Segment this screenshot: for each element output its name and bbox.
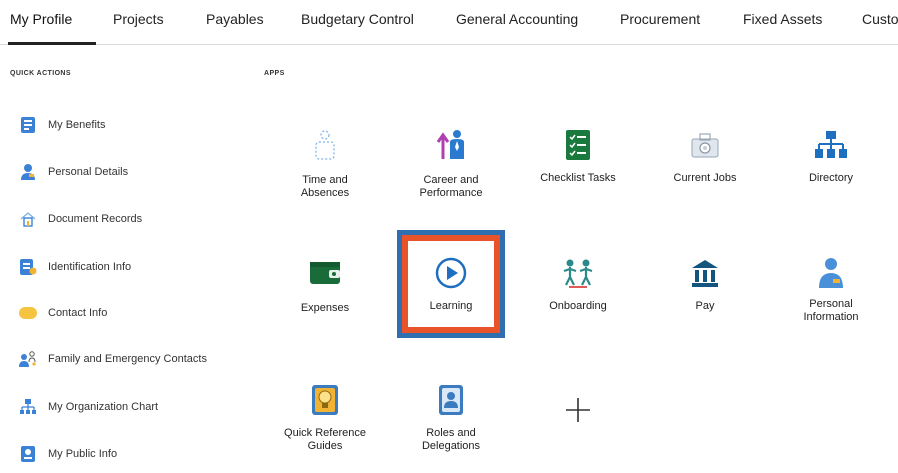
quick-action-label: Personal Details xyxy=(48,166,129,178)
wallet-icon xyxy=(308,256,342,290)
quick-action-identification-info[interactable]: Identification Info xyxy=(18,257,258,279)
checklist-icon xyxy=(561,128,595,162)
tile-label: Directory xyxy=(808,172,853,184)
tab-procurement[interactable]: Procurement xyxy=(620,11,700,27)
app-tile-personal-information[interactable]: Personal Information xyxy=(771,256,891,346)
quick-action-contact-info[interactable]: Contact Info xyxy=(18,303,258,325)
career-performance-icon xyxy=(434,128,468,162)
quick-action-label: Identification Info xyxy=(48,261,132,273)
tile-label: Time and Absences xyxy=(300,174,350,199)
tab-budgetary-control[interactable]: Budgetary Control xyxy=(301,11,414,27)
quick-action-label: My Organization Chart xyxy=(48,401,159,413)
public-info-icon xyxy=(18,444,38,464)
family-icon xyxy=(18,349,38,369)
plus-icon xyxy=(561,393,595,427)
tab-fixed-assets[interactable]: Fixed Assets xyxy=(743,11,822,27)
tile-label: Learning xyxy=(429,300,473,312)
onboarding-icon xyxy=(561,256,595,290)
tab-my-profile[interactable]: My Profile xyxy=(10,11,72,27)
tab-payables[interactable]: Payables xyxy=(206,11,264,27)
quick-action-label: Family and Emergency Contacts xyxy=(48,353,207,365)
app-tile-directory[interactable]: Directory xyxy=(771,128,891,218)
quick-action-personal-details[interactable]: Personal Details xyxy=(18,162,258,184)
app-tile-time-and-absences[interactable]: Time and Absences xyxy=(265,128,385,218)
personal-info-icon xyxy=(814,256,848,290)
quick-actions-heading: QUICK ACTIONS xyxy=(10,70,71,77)
current-jobs-icon xyxy=(688,128,722,162)
benefits-icon xyxy=(18,115,38,135)
active-tab-indicator xyxy=(8,42,96,45)
app-tile-roles-and-delegations[interactable]: Roles and Delegations xyxy=(391,383,511,473)
quick-action-document-records[interactable]: Document Records xyxy=(18,209,258,231)
app-tile-checklist-tasks[interactable]: Checklist Tasks xyxy=(518,128,638,218)
quick-action-my-public-info[interactable]: My Public Info xyxy=(18,444,258,466)
add-app-tile[interactable] xyxy=(518,383,638,473)
quick-action-family-emergency-contacts[interactable]: Family and Emergency Contacts xyxy=(18,349,258,371)
tile-label: Expenses xyxy=(300,302,350,314)
tile-label: Current Jobs xyxy=(673,172,737,184)
roles-icon xyxy=(434,383,468,417)
app-tile-pay[interactable]: Pay xyxy=(645,256,765,346)
org-chart-icon xyxy=(18,397,38,417)
directory-icon xyxy=(814,128,848,162)
app-tile-career-and-performance[interactable]: Career and Performance xyxy=(391,128,511,218)
tile-label: Checklist Tasks xyxy=(540,172,616,184)
time-absences-icon xyxy=(308,128,342,162)
tile-label: Pay xyxy=(695,300,715,312)
tab-general-accounting[interactable]: General Accounting xyxy=(456,11,578,27)
play-icon xyxy=(434,256,468,290)
quick-action-label: My Benefits xyxy=(48,119,106,131)
tab-projects[interactable]: Projects xyxy=(113,11,164,27)
app-tile-quick-reference-guides[interactable]: Quick Reference Guides xyxy=(265,383,385,473)
tile-label: Career and Performance xyxy=(419,174,483,199)
apps-heading: APPS xyxy=(264,70,285,77)
tile-label: Quick Reference Guides xyxy=(284,427,366,452)
app-tile-learning[interactable]: Learning xyxy=(391,256,511,346)
quick-action-organization-chart[interactable]: My Organization Chart xyxy=(18,397,258,419)
app-tile-onboarding[interactable]: Onboarding xyxy=(518,256,638,346)
document-icon xyxy=(18,209,38,229)
tab-customer-truncated[interactable]: Custo xyxy=(862,11,898,27)
tile-label: Onboarding xyxy=(549,300,607,312)
id-card-icon xyxy=(18,257,38,277)
top-navigation-tabs: My Profile Projects Payables Budgetary C… xyxy=(0,0,898,45)
quick-action-my-benefits[interactable]: My Benefits xyxy=(18,115,258,137)
person-icon xyxy=(18,162,38,182)
tile-label: Personal Information xyxy=(803,298,859,323)
contact-icon xyxy=(18,303,38,323)
quick-action-label: Contact Info xyxy=(48,307,108,319)
quick-action-label: Document Records xyxy=(48,213,143,225)
tile-label: Roles and Delegations xyxy=(421,427,481,452)
bank-icon xyxy=(688,256,722,290)
app-tile-expenses[interactable]: Expenses xyxy=(265,256,385,346)
app-tile-current-jobs[interactable]: Current Jobs xyxy=(645,128,765,218)
quick-action-label: My Public Info xyxy=(48,448,118,460)
lightbulb-icon xyxy=(308,383,342,417)
